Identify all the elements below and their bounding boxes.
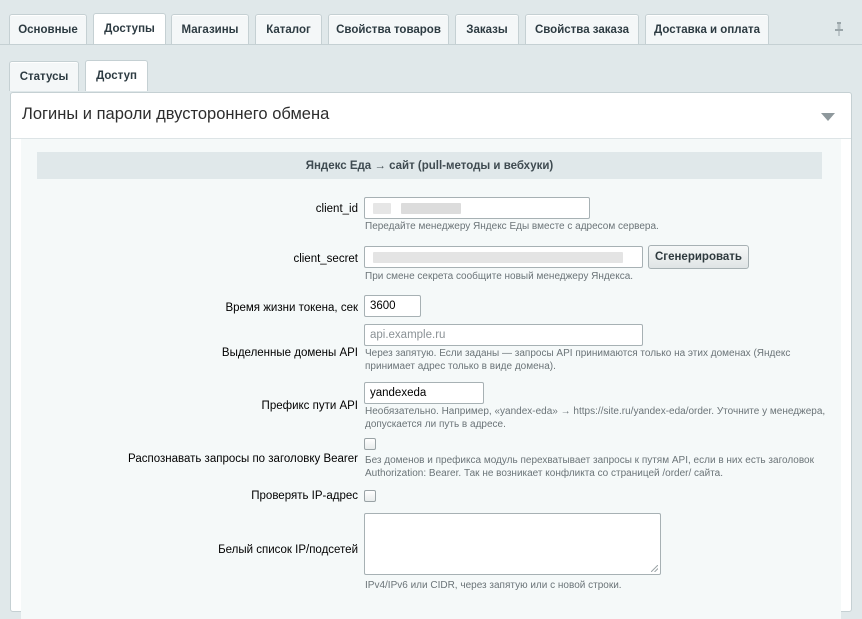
hint-line: Authorization: Bearer. Так не возникает … xyxy=(365,467,724,479)
pin-icon[interactable] xyxy=(834,22,844,36)
tab-svoistva-tovarov[interactable]: Свойства товаров xyxy=(328,14,449,44)
bearer-checkbox[interactable] xyxy=(364,438,376,450)
api-prefix-hint: Необязательно. Например, «yandex-eda» → … xyxy=(365,406,825,431)
api-domains-input[interactable]: api.example.ru xyxy=(364,324,643,346)
api-prefix-input[interactable]: yandexeda xyxy=(364,382,484,404)
tab-katalog[interactable]: Каталог xyxy=(255,14,322,44)
client-id-hint: Передайте менеджеру Яндекс Еды вместе с … xyxy=(365,221,659,232)
tab-label: Свойства заказа xyxy=(534,23,630,36)
tab-osnovnye[interactable]: Основные xyxy=(9,14,87,44)
main-tabs: Основные Доступы Магазины Каталог Свойст… xyxy=(0,13,862,44)
ip-whitelist-label: Белый список IP/подсетей xyxy=(218,544,358,556)
ip-whitelist-hint: IPv4/IPv6 или CIDR, через запятую или с … xyxy=(365,580,622,591)
client-id-input[interactable] xyxy=(364,197,590,219)
token-ttl-label: Время жизни токена, сек xyxy=(225,302,358,314)
resize-handle-icon[interactable] xyxy=(651,565,658,572)
client-secret-input[interactable] xyxy=(364,246,643,268)
client-secret-label: client_secret xyxy=(293,253,358,265)
credentials-panel: Логины и пароли двустороннего обмена Янд… xyxy=(10,92,852,619)
tab-svoistva-zakaza[interactable]: Свойства заказа xyxy=(525,14,639,44)
bearer-hint: Без доменов и префикса модуль перехватыв… xyxy=(365,455,814,480)
masked-value xyxy=(401,203,461,214)
tab-dostupy[interactable]: Доступы xyxy=(93,13,166,44)
panel-title: Логины и пароли двустороннего обмена xyxy=(22,105,330,123)
hint-line: принимает адрес только в виде домена). xyxy=(365,360,556,372)
client-secret-hint: При смене секрета сообщите новый менедже… xyxy=(365,271,634,282)
api-prefix-label: Префикс пути API xyxy=(261,400,358,412)
check-ip-label: Проверять IP-адрес xyxy=(251,490,358,502)
tab-label: Доставка и оплата xyxy=(653,23,760,36)
masked-value xyxy=(373,203,391,214)
hint-line: допускается ли путь в адресе. xyxy=(365,418,506,430)
sub-tabs: Статусы Доступ xyxy=(0,60,862,91)
check-ip-checkbox[interactable] xyxy=(364,490,376,502)
tab-label: Магазины xyxy=(181,23,239,36)
token-ttl-input[interactable]: 3600 xyxy=(364,295,421,317)
generate-button[interactable]: Сгенерировать xyxy=(648,245,749,269)
section-heading: Яндекс Еда → сайт (pull-методы и вебхуки… xyxy=(37,152,822,179)
api-domains-label: Выделенные домены API xyxy=(221,347,358,359)
api-domains-hint: Через запятую. Если заданы — запросы API… xyxy=(365,348,790,373)
ip-whitelist-textarea[interactable] xyxy=(364,513,661,575)
tab-label: Статусы xyxy=(19,70,69,83)
chevron-down-icon[interactable] xyxy=(821,113,835,121)
hint-line: Без доменов и префикса модуль перехватыв… xyxy=(365,455,814,466)
hint-line: Через запятую. Если заданы — запросы API… xyxy=(365,348,791,359)
tab-label: Свойства товаров xyxy=(336,23,441,36)
tab-label: Основные xyxy=(18,23,78,36)
client-id-label: client_id xyxy=(315,203,358,215)
hint-line: Необязательно. Например, «yandex-eda» → … xyxy=(365,406,826,417)
tab-label: Доступы xyxy=(104,23,155,35)
tab-label: Доступ xyxy=(96,70,137,82)
tab-label: Каталог xyxy=(266,23,311,36)
form-area: Яндекс Еда → сайт (pull-методы и вебхуки… xyxy=(21,139,841,619)
tab-dostup[interactable]: Доступ xyxy=(85,60,148,91)
tab-dostavka-i-oplata[interactable]: Доставка и оплата xyxy=(645,14,769,44)
bearer-label: Распознавать запросы по заголовку Bearer xyxy=(128,453,358,465)
tab-magaziny[interactable]: Магазины xyxy=(171,14,249,44)
tab-zakazy[interactable]: Заказы xyxy=(455,14,519,44)
tab-statusy[interactable]: Статусы xyxy=(9,61,79,91)
tab-label: Заказы xyxy=(466,23,508,36)
masked-value xyxy=(373,252,623,263)
tabs-divider xyxy=(0,44,862,45)
